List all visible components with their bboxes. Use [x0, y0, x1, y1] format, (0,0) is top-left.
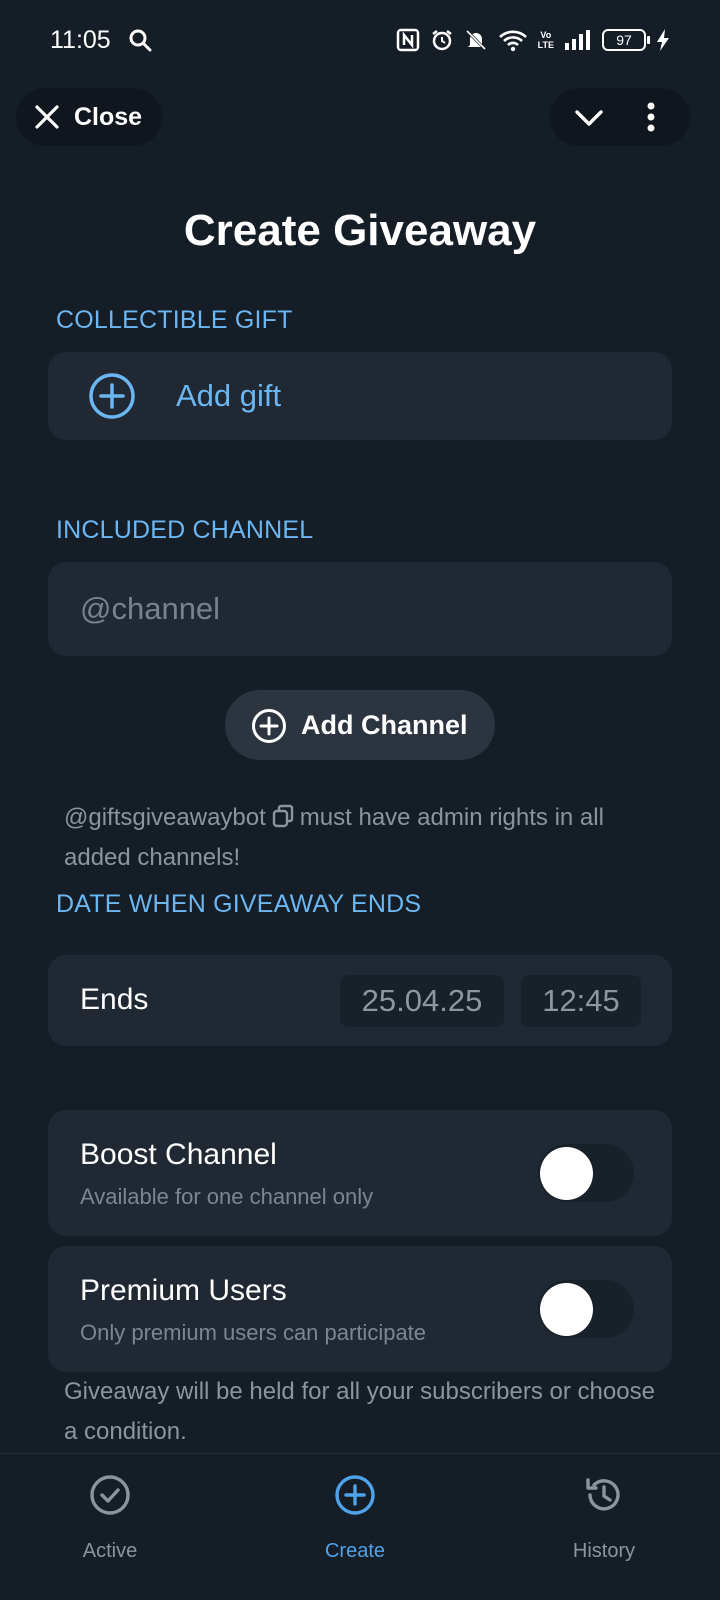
- close-icon: [35, 105, 59, 129]
- status-icons: Vo LTE 97: [396, 28, 670, 52]
- chevron-down-icon[interactable]: [574, 104, 604, 130]
- premium-users-subtitle: Only premium users can participate: [80, 1320, 427, 1345]
- header-menu-pill: [550, 88, 690, 146]
- channel-input-container: [48, 562, 672, 656]
- plus-circle-icon: [89, 373, 135, 419]
- create-giveaway-screen: 11:05 Vo LTE 97 Close Create Giveaway CO…: [0, 0, 720, 1600]
- end-date-picker[interactable]: 25.04.25: [340, 975, 504, 1027]
- boost-channel-row: Boost Channel Available for one channel …: [48, 1110, 672, 1236]
- premium-users-row: Premium Users Only premium users can par…: [48, 1246, 672, 1372]
- charging-icon: [657, 29, 669, 51]
- history-icon: [586, 1478, 620, 1511]
- toggle-knob: [540, 1283, 593, 1336]
- add-channel-button[interactable]: Add Channel: [225, 690, 495, 760]
- more-options-icon[interactable]: [646, 102, 656, 132]
- plus-circle-icon: [335, 1475, 375, 1515]
- boost-channel-title: Boost Channel: [80, 1138, 277, 1171]
- premium-users-title: Premium Users: [80, 1274, 287, 1307]
- nfc-icon: [396, 28, 419, 52]
- close-label: Close: [74, 102, 143, 131]
- nav-active[interactable]: Active: [30, 1454, 190, 1600]
- status-time: 11:05: [50, 26, 111, 54]
- check-circle-icon: [90, 1475, 130, 1515]
- wifi-icon: [498, 30, 527, 52]
- boost-channel-subtitle: Available for one channel only: [80, 1184, 374, 1209]
- add-channel-label: Add Channel: [301, 710, 468, 740]
- nav-history[interactable]: History: [524, 1454, 684, 1600]
- plus-circle-icon: [252, 709, 286, 743]
- search-icon: [129, 29, 152, 52]
- premium-users-toggle[interactable]: [538, 1280, 634, 1338]
- included-channel-label: INCLUDED CHANNEL: [56, 516, 314, 544]
- channel-input[interactable]: [48, 562, 672, 656]
- nav-active-label: Active: [82, 1540, 138, 1562]
- giveaway-condition-note: Giveaway will be held for all your subsc…: [64, 1378, 655, 1445]
- battery-indicator: 97: [602, 29, 650, 51]
- alarm-icon: [431, 30, 452, 51]
- nav-create-label: Create: [324, 1540, 386, 1562]
- ends-row: Ends 25.04.25 12:45: [48, 955, 672, 1046]
- copy-icon[interactable]: [272, 804, 294, 828]
- nav-history-label: History: [572, 1540, 636, 1562]
- nav-create[interactable]: Create: [275, 1454, 435, 1600]
- collectible-gift-label: COLLECTIBLE GIFT: [56, 306, 293, 334]
- add-gift-label: Add gift: [176, 378, 282, 413]
- close-button[interactable]: Close: [16, 88, 162, 146]
- signal-icon: [565, 30, 590, 50]
- end-time-picker[interactable]: 12:45: [521, 975, 641, 1027]
- bottom-nav: Active Create History: [0, 1453, 720, 1600]
- admin-rights-note: @giftsgiveawaybot must have admin rights…: [64, 798, 664, 878]
- boost-channel-toggle[interactable]: [538, 1144, 634, 1202]
- status-bar: 11:05 Vo LTE 97: [0, 0, 720, 84]
- add-gift-button[interactable]: Add gift: [48, 352, 672, 440]
- toggle-knob: [540, 1147, 593, 1200]
- end-date-label: DATE WHEN GIVEAWAY ENDS: [56, 890, 422, 918]
- volte-indicator: Vo LTE: [537, 30, 554, 50]
- bot-handle[interactable]: @giftsgiveawaybot: [64, 804, 266, 831]
- ends-label: Ends: [80, 983, 149, 1016]
- page-title: Create Giveaway: [183, 206, 537, 255]
- mute-bell-icon: [465, 29, 486, 51]
